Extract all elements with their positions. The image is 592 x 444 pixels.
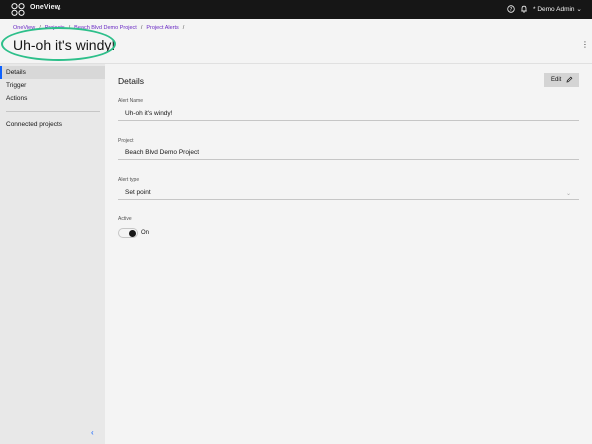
active-label: Active [118,216,132,222]
alert-name-label: Alert Name [118,98,144,104]
active-toggle-label: On [141,230,150,236]
project-field: Beach Blvd Demo Project [118,147,579,160]
help-icon[interactable]: ? [507,5,515,13]
side-nav: Details Trigger Actions Connected projec… [0,64,105,444]
sidebar-item-actions[interactable]: Actions [0,92,105,105]
toggle-knob [129,230,136,237]
project-label: Project [118,138,134,144]
sidebar-item-connected-projects[interactable]: Connected projects [0,118,105,131]
alert-type-select[interactable]: Set point [118,187,579,200]
sidebar-item-details[interactable]: Details [0,66,105,79]
app-switcher-chevron-icon[interactable]: ⌄ [56,4,62,12]
oneview-logo-icon[interactable] [11,3,25,16]
details-panel: Details Edit Alert Name Uh-oh it's windy… [105,64,592,444]
section-title: Details [118,76,144,86]
active-toggle[interactable] [118,228,138,238]
svg-text:?: ? [510,7,513,13]
overflow-menu-icon[interactable]: ⋮ [581,41,589,49]
breadcrumb-separator: / [140,25,143,31]
chevron-down-icon: ⌄ [566,191,572,197]
breadcrumb-separator: / [182,25,185,31]
alert-type-label: Alert type [118,177,140,183]
annotation-highlight-ring [1,27,116,61]
bell-icon[interactable] [520,5,528,13]
breadcrumb-link[interactable]: Project Alerts [146,25,178,31]
collapse-sidebar-icon[interactable]: ‹ [91,428,94,437]
page-header: OneView / Projects / Beach Blvd Demo Project… [0,19,592,64]
edit-button[interactable]: Edit [544,73,579,87]
alert-name-field: Uh-oh it's windy! [118,108,579,121]
user-menu[interactable]: * Demo Admin ⌄ [533,5,582,13]
pencil-icon[interactable] [566,76,573,83]
sidebar-divider [6,111,100,112]
sidebar-item-trigger[interactable]: Trigger [0,79,105,92]
top-nav-bar: OneView ⌄ ? * Demo Admin ⌄ [0,0,592,19]
